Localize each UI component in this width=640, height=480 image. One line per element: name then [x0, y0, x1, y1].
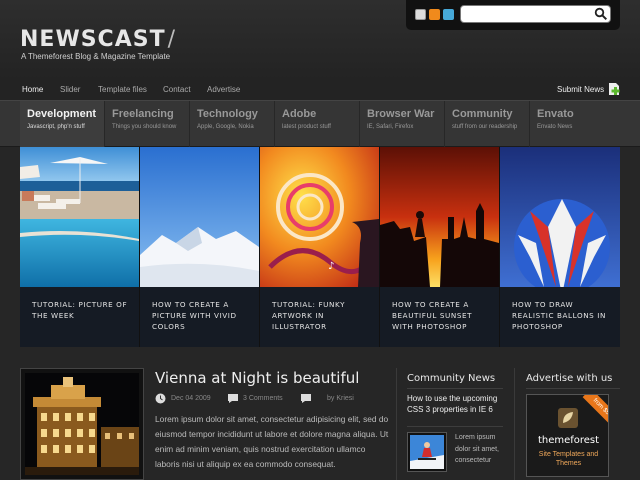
nav-template-files[interactable]: Template files: [98, 85, 147, 94]
mail-icon[interactable]: [415, 9, 426, 20]
vienna-night-image: [25, 373, 139, 475]
category-adobe[interactable]: Adobe latest product stuff: [275, 101, 360, 147]
article-excerpt: Lorem ipsum dolor sit amet, consectetur …: [155, 414, 389, 469]
artwork-image: ♪: [260, 147, 379, 287]
category-subtitle: IE, Safari, Firefox: [367, 124, 414, 130]
nav-home[interactable]: Home: [22, 85, 43, 94]
snowboarder-image: [410, 435, 444, 469]
ad-brand: themeforest: [537, 435, 600, 446]
submit-plus-icon[interactable]: [608, 82, 621, 96]
column-divider: [514, 368, 515, 480]
themeforest-leaf-icon: [558, 408, 578, 428]
article-title[interactable]: Vienna at Night is beautiful: [155, 369, 359, 387]
section-rule: [407, 388, 503, 389]
author-icon: [301, 394, 311, 403]
category-title: Development: [27, 108, 97, 120]
logo-mark: /: [167, 27, 176, 52]
logo-text: NEWSCAST: [20, 27, 166, 52]
community-thumbnail[interactable]: [407, 432, 447, 472]
article-meta: Dec 04 2009 3 Comments by Kriesi: [155, 393, 385, 407]
balloon-image: [500, 147, 620, 287]
category-title: Technology: [197, 108, 258, 120]
article-thumbnail[interactable]: [20, 368, 144, 480]
ad-price-tag: from $5: [582, 395, 608, 426]
svg-text:♪: ♪: [328, 261, 334, 272]
category-development[interactable]: Development Javascript, php'n stuff: [20, 101, 105, 147]
section-rule: [407, 426, 503, 427]
slide-sunset[interactable]: How to create a beautiful sunset with Ph…: [380, 147, 499, 347]
category-subtitle: Things you should know: [112, 124, 177, 130]
main-nav: Home Slider Template files Contact Adver…: [0, 80, 640, 100]
site-tagline: A Themeforest Blog & Magazine Template: [21, 52, 171, 61]
category-title: Browser War: [367, 108, 435, 120]
submit-news-link[interactable]: Submit News: [557, 85, 604, 94]
nav-advertise[interactable]: Advertise: [207, 85, 240, 94]
nav-contact[interactable]: Contact: [163, 85, 191, 94]
category-subtitle: Envato News: [537, 124, 573, 130]
slide-caption[interactable]: Tutorial: Picture of the week: [20, 287, 139, 347]
category-envato[interactable]: Envato Envato News: [530, 101, 615, 147]
clock-icon: [155, 393, 166, 404]
category-community[interactable]: Community stuff from our readership: [445, 101, 530, 147]
category-subtitle: latest product stuff: [282, 124, 331, 130]
sunset-image: [380, 147, 499, 287]
section-rule: [526, 388, 620, 389]
slide-mountain[interactable]: How to create a picture with vivid color…: [140, 147, 259, 347]
slide-caption[interactable]: Tutorial: Funky artwork in Illustrator: [260, 287, 379, 347]
category-subtitle: Apple, Google, Nokia: [197, 124, 254, 130]
social-icons: [415, 9, 454, 20]
advertise-title: Advertise with us: [526, 373, 613, 384]
slide-pool[interactable]: Tutorial: Picture of the week: [20, 147, 139, 347]
twitter-icon[interactable]: [443, 9, 454, 20]
slide-caption[interactable]: How to create a beautiful sunset with Ph…: [380, 287, 499, 347]
ad-subtitle: Site Templates and Themes: [538, 451, 599, 467]
category-bar: Development Javascript, php'n stuff Free…: [0, 100, 640, 147]
category-subtitle: stuff from our readership: [452, 124, 518, 130]
slide-illustrator[interactable]: ♪ Tutorial: Funky artwork in Illustrator: [260, 147, 379, 347]
header: NEWSCAST/ A Themeforest Blog & Magazine …: [0, 0, 640, 80]
slide-caption[interactable]: How to draw realistic ballons in Photosh…: [500, 287, 620, 347]
slide-caption[interactable]: How to create a picture with vivid color…: [140, 287, 259, 347]
category-freelancing[interactable]: Freelancing Things you should know: [105, 101, 190, 147]
community-news-title: Community News: [407, 373, 496, 384]
ad-banner[interactable]: from $5 themeforest Site Templates and T…: [526, 394, 609, 477]
community-headline[interactable]: How to use the upcoming CSS 3 properties…: [407, 393, 499, 415]
slide-balloon[interactable]: How to draw realistic ballons in Photosh…: [500, 147, 620, 347]
pool-image: [20, 147, 139, 287]
featured-article: Vienna at Night is beautiful Dec 04 2009…: [20, 368, 390, 480]
article-comments[interactable]: 3 Comments: [243, 395, 283, 402]
category-technology[interactable]: Technology Apple, Google, Nokia: [190, 101, 275, 147]
article-date: Dec 04 2009: [171, 395, 211, 402]
category-title: Freelancing: [112, 108, 174, 120]
category-subtitle: Javascript, php'n stuff: [27, 124, 85, 130]
nav-slider[interactable]: Slider: [60, 85, 80, 94]
site-logo[interactable]: NEWSCAST/: [20, 27, 176, 52]
column-divider: [396, 368, 397, 480]
category-browser-war[interactable]: Browser War IE, Safari, Firefox: [360, 101, 445, 147]
category-title: Adobe: [282, 108, 317, 120]
search-icon[interactable]: [594, 7, 608, 21]
featured-slider: Tutorial: Picture of the week How to cre…: [20, 147, 620, 347]
search-bar: [406, 0, 620, 30]
article-author[interactable]: by Kriesi: [327, 395, 354, 402]
community-excerpt: Lorem ipsum dolor sit amet, consectetur: [455, 434, 499, 464]
comments-icon: [228, 394, 238, 403]
rss-icon[interactable]: [429, 9, 440, 20]
search-input[interactable]: [460, 5, 611, 23]
category-title: Community: [452, 108, 513, 120]
mountain-image: [140, 147, 259, 287]
category-title: Envato: [537, 108, 574, 120]
